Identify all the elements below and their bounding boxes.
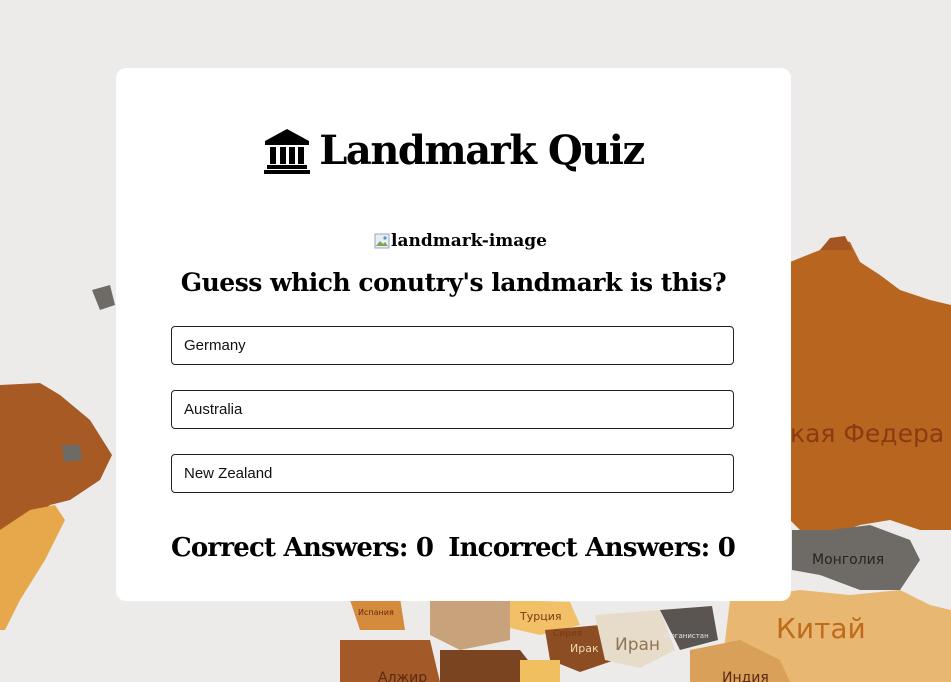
- question-text: Guess which conutry's landmark is this?: [180, 268, 727, 297]
- page-title: Landmark Quiz: [116, 128, 791, 174]
- svg-text:кая Федера: кая Федера: [790, 419, 944, 448]
- svg-text:Сирия: Сирия: [553, 629, 582, 639]
- svg-text:Монголия: Монголия: [812, 552, 884, 568]
- svg-text:Афганистан: Афганистан: [664, 632, 709, 640]
- answer-option-new-zealand[interactable]: New Zealand: [171, 454, 734, 493]
- answer-option-australia[interactable]: Australia: [171, 390, 734, 429]
- landmark-icon: [263, 128, 311, 174]
- svg-text:Испания: Испания: [358, 608, 394, 617]
- svg-text:Иран: Иран: [615, 635, 660, 655]
- landmark-image: landmark-image: [374, 230, 547, 252]
- answer-option-germany[interactable]: Germany: [171, 326, 734, 365]
- svg-text:Ирак: Ирак: [570, 642, 599, 655]
- svg-text:Китай: Китай: [776, 612, 866, 645]
- svg-text:Турция: Турция: [519, 610, 561, 623]
- svg-text:Индия: Индия: [722, 670, 769, 682]
- incorrect-answers-counter: Incorrect Answers: 0: [448, 533, 736, 563]
- correct-answers-counter: Correct Answers: 0: [171, 533, 434, 563]
- broken-image-icon: [374, 233, 390, 249]
- svg-text:Алжир: Алжир: [378, 670, 427, 682]
- landmark-image-alt-text: landmark-image: [391, 231, 547, 251]
- title-text: Landmark Quiz: [319, 127, 645, 174]
